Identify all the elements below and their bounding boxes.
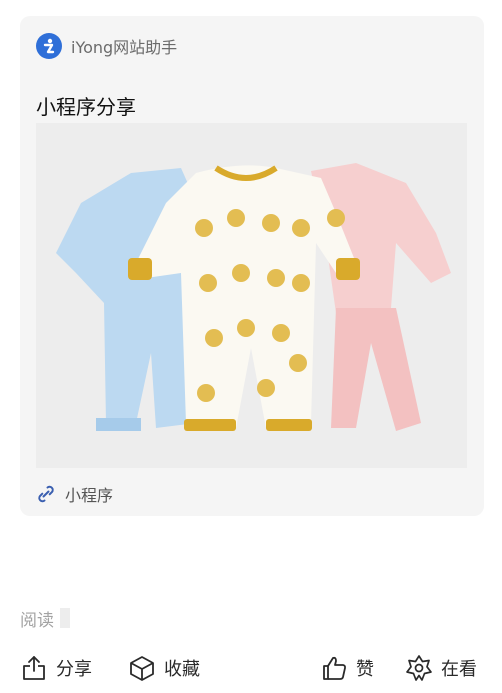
card-title: 小程序分享 [36,95,136,119]
link-icon [38,485,54,503]
thumb-up-icon [323,656,346,680]
share-icon [23,656,45,680]
app-name: iYong网站助手 [71,38,178,57]
collect-label: 收藏 [164,659,200,680]
flower-icon [406,655,432,681]
read-count-row: 阅读 [20,606,70,631]
mini-program-row: 小程序 [36,482,113,506]
app-logo-icon [36,33,62,59]
collect-button[interactable]: 收藏 [128,648,200,688]
read-label: 阅读 [20,610,54,631]
watching-label: 在看 [441,659,477,680]
like-label: 赞 [356,659,374,680]
share-button[interactable]: 分享 [20,648,92,688]
cube-icon [130,656,154,681]
watching-button[interactable]: 在看 [405,648,477,688]
mini-program-card[interactable]: iYong网站助手 小程序分享 小程序 [20,16,484,516]
like-button[interactable]: 赞 [320,648,374,688]
mini-program-label: 小程序 [65,486,114,505]
read-count-placeholder [60,608,70,628]
action-bar: 分享 收藏 赞 在看 [0,648,502,688]
thumbnail-image[interactable] [36,123,467,468]
card-header: iYong网站助手 [36,33,177,59]
share-label: 分享 [56,659,92,680]
